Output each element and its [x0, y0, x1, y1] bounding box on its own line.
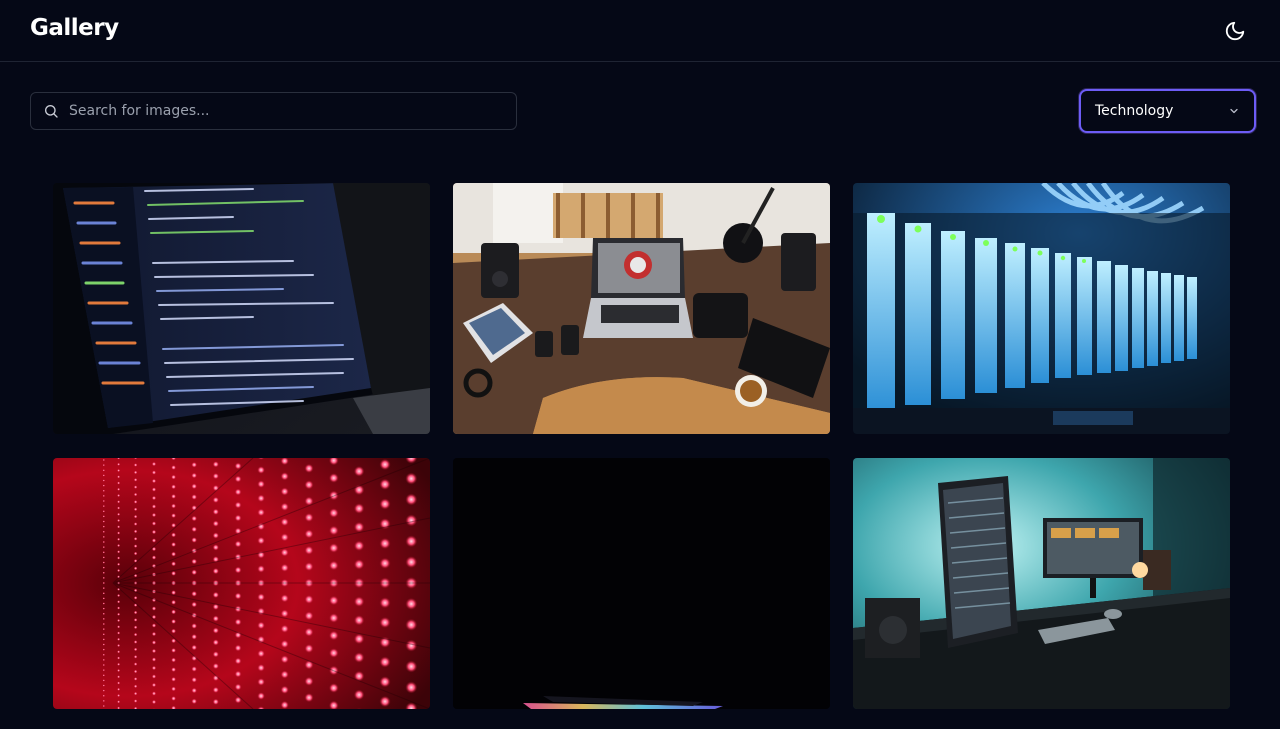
category-select[interactable]: Technology [1079, 89, 1256, 133]
search-field[interactable] [30, 92, 517, 130]
gallery-image-code-laptop[interactable] [53, 183, 430, 434]
theme-toggle-button[interactable] [1221, 17, 1249, 45]
search-icon [43, 103, 59, 119]
search-input[interactable] [69, 93, 506, 129]
gallery-image-monitor-setup[interactable] [853, 458, 1230, 709]
top-bar: Gallery [0, 0, 1280, 62]
gallery-image-red-leds[interactable] [53, 458, 430, 709]
chevron-down-icon [1230, 108, 1238, 114]
moon-icon [1225, 21, 1245, 41]
app-title: Gallery [30, 15, 119, 41]
category-select-value: Technology [1095, 103, 1174, 119]
gallery-image-dark-keyboard[interactable] [453, 458, 830, 709]
gallery-image-server-rack[interactable] [853, 183, 1230, 434]
gallery-image-desk-laptop[interactable] [453, 183, 830, 434]
